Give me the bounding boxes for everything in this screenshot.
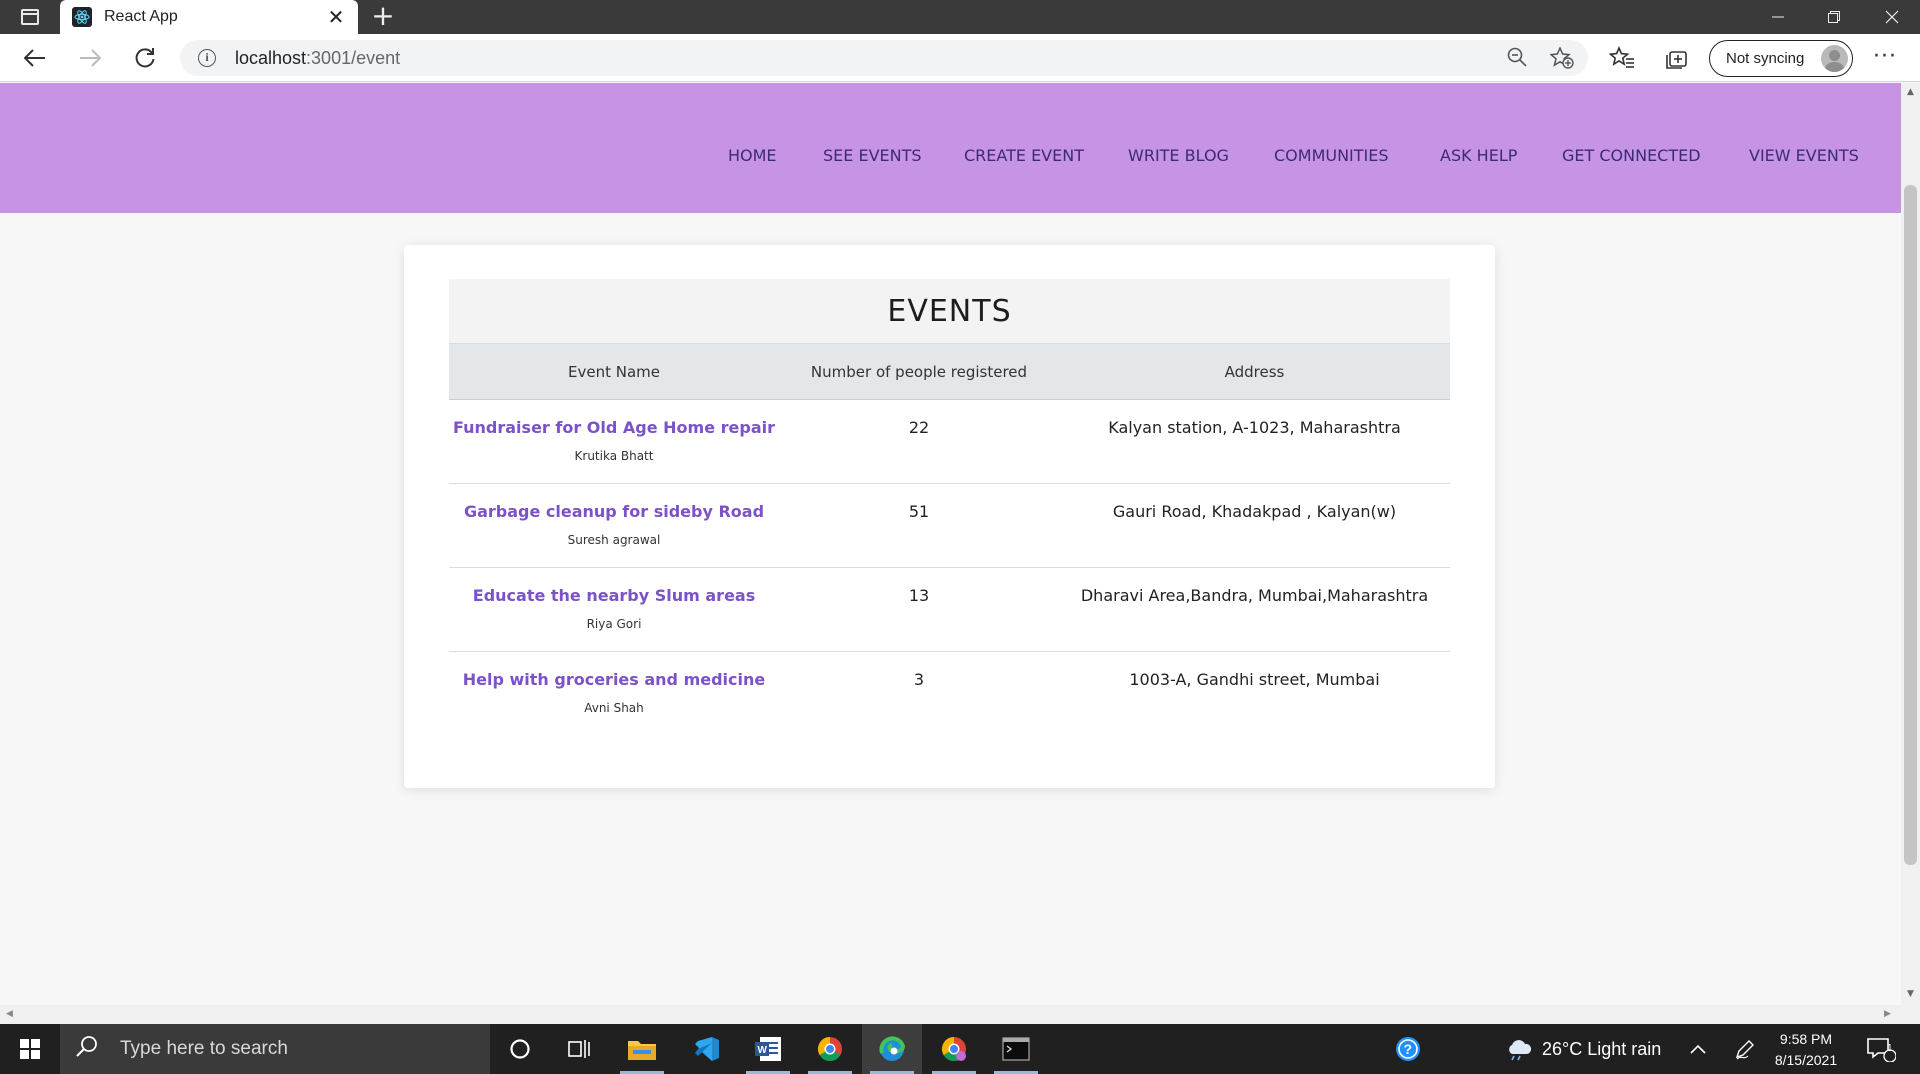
address-bar[interactable]: i localhost:3001/event [180, 40, 1588, 76]
scrollbar-corner [1901, 1005, 1920, 1024]
sync-status-label: Not syncing [1726, 50, 1805, 67]
event-organizer: Suresh agrawal [567, 533, 661, 547]
event-organizer: Riya Gori [586, 617, 642, 631]
browser-tab[interactable]: React App ✕ [60, 0, 358, 34]
events-title: EVENTS [449, 279, 1450, 343]
url-text[interactable]: localhost:3001/event [235, 48, 400, 69]
event-name-link[interactable]: Help with groceries and medicine [449, 670, 779, 689]
search-placeholder: Type here to search [120, 1038, 288, 1059]
nav-get-connected[interactable]: GET CONNECTED [1562, 146, 1701, 165]
registered-count: 13 [908, 586, 930, 605]
header-address: Address [1224, 362, 1285, 381]
refresh-icon[interactable] [127, 40, 163, 76]
event-organizer: Avni Shah [584, 701, 644, 715]
windows-logo-icon [20, 1039, 40, 1059]
restore-icon[interactable] [1806, 0, 1862, 34]
cortana-icon[interactable] [490, 1024, 550, 1074]
chrome-icon[interactable] [800, 1024, 860, 1074]
events-table: EVENTS Event Name Number of people regis… [449, 279, 1450, 736]
weather-text: 26°C Light rain [1542, 1038, 1662, 1059]
site-info-icon[interactable]: i [198, 49, 216, 67]
scroll-left-arrow-icon[interactable]: ◀ [6, 1009, 13, 1019]
event-address: Kalyan station, A-1023, Maharashtra [1108, 418, 1401, 437]
registered-count: 51 [908, 502, 930, 521]
event-name-link[interactable]: Educate the nearby Slum areas [449, 586, 779, 605]
terminal-icon[interactable] [986, 1024, 1046, 1074]
table-row: Garbage cleanup for sideby Road Suresh a… [449, 484, 1450, 568]
table-row: Fundraiser for Old Age Home repair Kruti… [449, 400, 1450, 484]
header-event-name: Event Name [568, 362, 660, 381]
forward-arrow-icon[interactable] [72, 40, 108, 76]
scroll-down-arrow-icon[interactable]: ▼ [1905, 989, 1916, 999]
nav-view-events[interactable]: VIEW EVENTS [1749, 146, 1859, 165]
nav-ask-help[interactable]: ASK HELP [1440, 146, 1517, 165]
scroll-right-arrow-icon[interactable]: ▶ [1884, 1009, 1891, 1019]
new-tab-button[interactable]: + [368, 2, 398, 32]
registered-count: 3 [913, 670, 925, 689]
close-window-icon[interactable] [1864, 0, 1920, 34]
event-name-link[interactable]: Fundraiser for Old Age Home repair [449, 418, 779, 437]
nav-see-events[interactable]: SEE EVENTS [823, 146, 922, 165]
site-navbar: HOME SEE EVENTS CREATE EVENT WRITE BLOG … [0, 83, 1901, 213]
table-row: Help with groceries and medicine Avni Sh… [449, 652, 1450, 736]
taskbar: Type here to search W ? 26°C Light rain [0, 1024, 1920, 1074]
event-address: Gauri Road, Khadakpad , Kalyan(w) [1112, 502, 1397, 521]
clock-date: 8/15/2021 [1774, 1052, 1838, 1068]
event-address: 1003-A, Gandhi street, Mumbai [1129, 670, 1380, 689]
notification-center-icon[interactable]: 1 [1866, 1024, 1896, 1074]
weather-widget[interactable]: 26°C Light rain [1504, 1024, 1661, 1074]
file-explorer-icon[interactable] [612, 1024, 672, 1074]
add-favorite-icon[interactable] [1549, 46, 1574, 69]
notification-count: 1 [1887, 1043, 1893, 1054]
profile-avatar-icon [1821, 45, 1848, 72]
browser-toolbar: i localhost:3001/event [0, 34, 1920, 82]
pen-icon[interactable] [1734, 1024, 1756, 1074]
table-header: Event Name Number of people registered A… [449, 343, 1450, 400]
nav-write-blog[interactable]: WRITE BLOG [1128, 146, 1229, 165]
vscode-icon[interactable] [676, 1024, 736, 1074]
event-organizer: Krutika Bhatt [574, 449, 654, 463]
task-view-icon[interactable] [550, 1024, 610, 1074]
show-hidden-icons-chevron-icon[interactable] [1690, 1024, 1706, 1074]
svg-text:?: ? [1404, 1041, 1413, 1057]
cloud-rain-icon [1509, 1040, 1532, 1061]
close-tab-icon[interactable]: ✕ [322, 5, 350, 29]
vertical-scrollbar[interactable]: ▲ ▼ [1901, 83, 1920, 1005]
event-name-link[interactable]: Garbage cleanup for sideby Road [449, 502, 779, 521]
browser-tab-strip: React App ✕ + [0, 0, 1920, 34]
nav-home[interactable]: HOME [728, 146, 777, 165]
profile-sync-button[interactable]: Not syncing [1709, 40, 1853, 77]
minimize-icon[interactable] [1750, 0, 1806, 34]
start-button[interactable] [0, 1024, 60, 1074]
svg-text:W: W [758, 1045, 768, 1056]
react-favicon-icon [72, 7, 92, 27]
taskbar-search-box[interactable]: Type here to search [60, 1024, 490, 1074]
scroll-up-arrow-icon[interactable]: ▲ [1905, 87, 1916, 97]
zoom-out-icon[interactable] [1506, 47, 1528, 69]
header-registered: Number of people registered [810, 362, 1028, 381]
table-row: Educate the nearby Slum areas Riya Gori … [449, 568, 1450, 652]
help-icon[interactable]: ? [1394, 1024, 1422, 1074]
event-address: Dharavi Area,Bandra, Mumbai,Maharashtra [1080, 586, 1429, 605]
more-options-icon[interactable]: ··· [1870, 44, 1900, 74]
registered-count: 22 [908, 418, 930, 437]
favorites-icon[interactable] [1608, 45, 1635, 72]
clock-time: 9:58 PM [1779, 1031, 1833, 1047]
tab-title: React App [104, 8, 178, 25]
back-arrow-icon[interactable] [17, 40, 53, 76]
horizontal-scrollbar[interactable]: ◀ ▶ [0, 1005, 1901, 1024]
nav-communities[interactable]: COMMUNITIES [1274, 146, 1389, 165]
tab-actions-menu-icon[interactable] [12, 4, 48, 30]
nav-create-event[interactable]: CREATE EVENT [964, 146, 1084, 165]
system-clock[interactable]: 9:58 PM 8/15/2021 [1761, 1029, 1851, 1071]
chrome-profile-icon[interactable] [924, 1024, 984, 1074]
events-card: EVENTS Event Name Number of people regis… [404, 245, 1495, 788]
word-icon[interactable]: W [738, 1024, 798, 1074]
edge-icon[interactable] [862, 1024, 922, 1074]
search-icon [76, 1035, 106, 1063]
page-viewport: HOME SEE EVENTS CREATE EVENT WRITE BLOG … [0, 83, 1901, 1005]
collections-icon[interactable] [1663, 46, 1689, 72]
scrollbar-thumb[interactable] [1904, 185, 1917, 865]
